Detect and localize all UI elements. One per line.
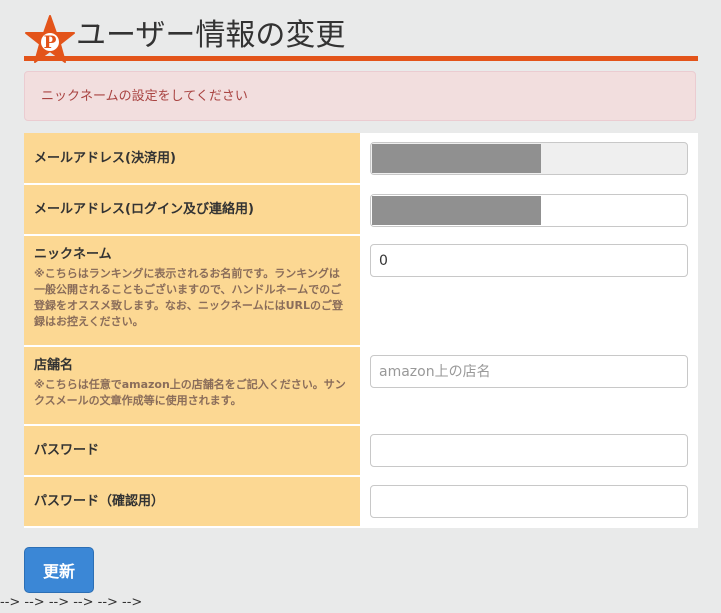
error-alert: ニックネームの設定をしてください <box>24 71 696 121</box>
nickname-label: ニックネーム <box>34 247 112 262</box>
form-row-store-name: 店舗名 ※こちらは任意でamazon上の店舗名をご記入ください。サンクスメールの… <box>24 347 698 426</box>
password-field[interactable] <box>370 434 688 467</box>
login-email-label: メールアドレス(ログイン及び連絡用) <box>34 202 254 217</box>
page-header: P ユーザー情報の変更 <box>24 12 698 63</box>
nickname-note: ※こちらはランキングに表示されるお名前です。ランキングは一般公開されることもござ… <box>34 267 343 328</box>
password-label: パスワード <box>34 443 100 458</box>
form-row-nickname: ニックネーム ※こちらはランキングに表示されるお名前です。ランキングは一般公開さ… <box>24 236 698 347</box>
label-cell: メールアドレス(ログイン及び連絡用) <box>24 185 361 236</box>
form-row-billing-email: メールアドレス(決済用) <box>24 133 698 185</box>
label-cell: メールアドレス(決済用) <box>24 133 361 185</box>
store-name-label: 店舗名 <box>34 358 74 373</box>
redacted-value <box>372 144 541 173</box>
stray-comment-text: --> --> --> --> --> --> <box>0 595 143 610</box>
label-cell: パスワード（確認用） <box>24 477 361 528</box>
nickname-field[interactable] <box>370 244 688 277</box>
form-row-login-email: メールアドレス(ログイン及び連絡用) <box>24 185 698 236</box>
store-name-note: ※こちらは任意でamazon上の店舗名をご記入ください。サンクスメールの文章作成… <box>34 378 346 407</box>
label-cell: ニックネーム ※こちらはランキングに表示されるお名前です。ランキングは一般公開さ… <box>24 236 361 347</box>
logo-letter: P <box>44 33 57 53</box>
update-button[interactable]: 更新 <box>24 547 94 593</box>
form-row-password: パスワード <box>24 426 698 477</box>
redacted-value <box>372 196 541 225</box>
store-name-field[interactable] <box>370 355 688 388</box>
password-confirm-field[interactable] <box>370 485 688 518</box>
billing-email-label: メールアドレス(決済用) <box>34 151 176 166</box>
password-confirm-label: パスワード（確認用） <box>34 494 165 509</box>
user-info-form: メールアドレス(決済用) メールアドレス(ログイン及び連絡用) ニックネーム ※… <box>24 133 698 528</box>
page-title: ユーザー情報の変更 <box>76 18 346 53</box>
label-cell: パスワード <box>24 426 361 477</box>
label-cell: 店舗名 ※こちらは任意でamazon上の店舗名をご記入ください。サンクスメールの… <box>24 347 361 426</box>
title-divider <box>24 56 698 61</box>
form-row-password-confirm: パスワード（確認用） <box>24 477 698 528</box>
